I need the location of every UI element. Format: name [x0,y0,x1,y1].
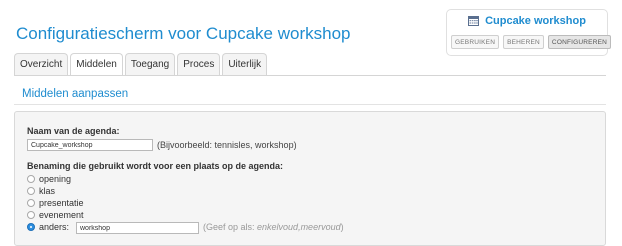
option-klas[interactable]: klas [27,185,55,197]
place-label: Benaming die gebruikt wordt voor een pla… [27,161,284,171]
tab-uiterlijk[interactable]: Uiterlijk [222,53,268,75]
calendar-name-hint: (Bijvoorbeeld: tennisles, workshop) [157,140,297,150]
use-button[interactable]: GEBRUIKEN [451,35,500,49]
manage-button[interactable]: BEHEREN [503,35,544,49]
tab-proces[interactable]: Proces [177,53,221,75]
calendar-icon [468,16,480,26]
radio-button[interactable] [27,199,35,207]
section-title: Middelen aanpassen [22,88,129,100]
option-opening[interactable]: opening [27,173,71,185]
option-presentatie[interactable]: presentatie [27,197,84,209]
tab-middelen[interactable]: Middelen [70,53,123,76]
other-name-hint: (Geef op als: enkelvoud,meervoud) [203,222,344,232]
radio-button[interactable] [27,211,35,219]
option-label: presentatie [39,198,84,208]
calendar-card-title[interactable]: Cupcake workshop [447,15,607,27]
radio-button[interactable] [27,187,35,195]
page-title: Configuratiescherm voor Cupcake workshop [16,24,351,43]
section-divider [14,104,606,105]
tab-divider [14,75,606,76]
other-name-input[interactable] [76,222,199,234]
radio-button[interactable] [27,175,35,183]
option-evenement[interactable]: evenement [27,209,84,221]
option-label: opening [39,174,72,184]
option-label: anders: [39,222,70,232]
calendar-name-label: Naam van de agenda: [27,126,120,136]
option-anders[interactable]: anders: [27,221,69,233]
calendar-card-title-text: Cupcake workshop [485,15,586,27]
tab-bar: Overzicht Middelen Toegang Proces Uiterl… [14,53,268,76]
option-label: klas [39,186,56,196]
tab-overzicht[interactable]: Overzicht [14,53,69,75]
radio-button-selected[interactable] [27,223,35,231]
tab-toegang[interactable]: Toegang [124,53,176,75]
configure-button[interactable]: CONFIGUREREN [547,35,612,49]
calendar-name-input[interactable] [27,139,153,151]
option-label: evenement [39,210,84,220]
calendar-card: Cupcake workshop GEBRUIKEN BEHEREN CONFI… [446,9,612,56]
settings-panel: Naam van de agenda: (Bijvoorbeeld: tenni… [14,111,606,246]
